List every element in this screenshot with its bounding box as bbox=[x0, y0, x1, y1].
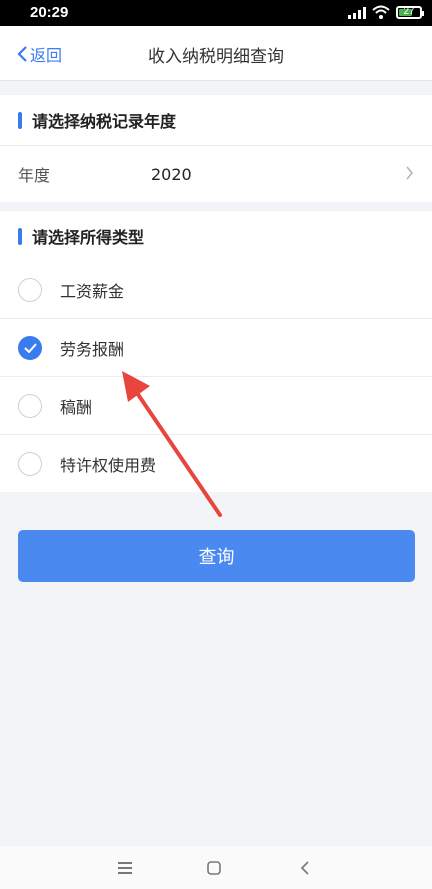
home-icon[interactable] bbox=[207, 861, 221, 875]
year-selector[interactable]: 年度 2020 bbox=[0, 145, 432, 202]
status-bar: 20:29 27 bbox=[0, 0, 432, 26]
nav-bar: 返回 收入纳税明细查询 bbox=[0, 26, 432, 81]
radio-unchecked-icon[interactable] bbox=[18, 451, 42, 476]
option-labor-remuneration[interactable]: 劳务报酬 bbox=[0, 318, 432, 376]
option-label: 稿酬 bbox=[60, 397, 93, 417]
menu-icon[interactable] bbox=[118, 862, 132, 874]
chevron-right-icon bbox=[406, 166, 414, 180]
status-time: 20:29 bbox=[30, 4, 69, 21]
battery-icon: 27 bbox=[396, 5, 424, 19]
type-section-title: 请选择所得类型 bbox=[32, 228, 145, 247]
radio-checked-icon[interactable] bbox=[18, 335, 42, 360]
option-salary[interactable]: 工资薪金 bbox=[0, 261, 432, 318]
signal-icon bbox=[348, 5, 366, 19]
section-accent-bar bbox=[18, 111, 22, 129]
income-type-section: 请选择所得类型 工资薪金 劳务报酬 稿酬 特许权使用费 bbox=[0, 211, 432, 492]
year-label: 年度 bbox=[18, 166, 51, 185]
radio-unchecked-icon[interactable] bbox=[18, 393, 42, 418]
battery-level: 27 bbox=[403, 5, 415, 17]
year-section-header: 请选择纳税记录年度 bbox=[0, 95, 432, 145]
wifi-icon bbox=[372, 5, 390, 19]
option-label: 劳务报酬 bbox=[60, 339, 125, 359]
status-icons: 27 bbox=[348, 5, 424, 19]
type-section-header: 请选择所得类型 bbox=[0, 211, 432, 261]
option-royalties[interactable]: 特许权使用费 bbox=[0, 434, 432, 492]
checkmark-icon bbox=[23, 342, 37, 353]
option-label: 工资薪金 bbox=[60, 281, 125, 301]
option-label: 特许权使用费 bbox=[60, 455, 157, 475]
page-title: 收入纳税明细查询 bbox=[148, 47, 284, 67]
radio-unchecked-icon[interactable] bbox=[18, 277, 42, 302]
year-section: 请选择纳税记录年度 年度 2020 bbox=[0, 95, 432, 202]
year-value: 2020 bbox=[151, 164, 192, 184]
section-accent-bar bbox=[18, 227, 22, 245]
back-nav-icon[interactable] bbox=[300, 861, 310, 875]
year-section-title: 请选择纳税记录年度 bbox=[32, 112, 177, 131]
option-author-remuneration[interactable]: 稿酬 bbox=[0, 376, 432, 434]
query-button[interactable]: 查询 bbox=[18, 530, 415, 582]
system-nav-bar bbox=[0, 846, 432, 889]
